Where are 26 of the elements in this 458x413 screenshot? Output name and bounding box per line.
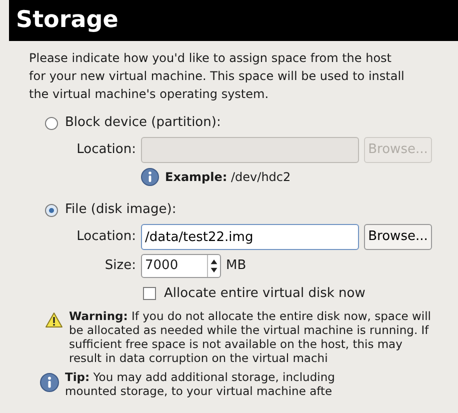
field-label: Location: (76, 228, 136, 246)
unit-label: MB (226, 257, 246, 276)
checkbox[interactable] (143, 287, 156, 300)
example-text: Example: /dev/hdc2 (165, 169, 291, 186)
note-text: be allocated as needed while the virtual machine is running. If (69, 322, 430, 336)
intro-text: Please indicate how you'd like to assign space from the host for your new virtual machine. This space will be used to install the virtual machine's operating system. (28, 50, 406, 103)
radio-label[interactable]: File (disk image): (65, 200, 176, 220)
note-text: mounted storage, to your virtual machine afte (65, 384, 334, 398)
size-spinbox[interactable]: 7000 (141, 254, 221, 278)
note-text: Tip: You may add additional storage, including (65, 370, 335, 384)
warning-icon (45, 312, 63, 328)
location-field[interactable]: /data/test22.img (141, 224, 359, 250)
page-title: Storage (16, 6, 118, 36)
field-label: Location: (76, 141, 136, 160)
radio-label[interactable]: Block device (partition): (65, 113, 221, 133)
note-text: Warning: If you do not allocate the entire disk now, space will (69, 308, 431, 322)
spinner-arrows-icon[interactable] (207, 255, 220, 277)
field-label: Size: (104, 257, 136, 276)
info-icon (141, 168, 159, 186)
browse-button[interactable]: Browse... (364, 224, 432, 250)
radio-button[interactable] (45, 116, 58, 130)
info-icon (40, 372, 59, 392)
radio-button[interactable] (45, 204, 58, 216)
note-text: result in data corruption on the virtual machi (69, 350, 329, 364)
note-text: sufficient free space is not available on the host, this may (69, 336, 404, 350)
checkbox-label[interactable]: Allocate entire virtual disk now (164, 284, 366, 304)
